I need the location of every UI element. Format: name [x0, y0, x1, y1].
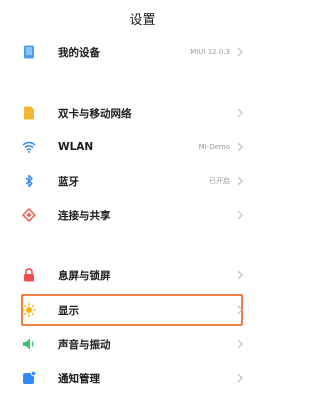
settings-item-lock-screen[interactable]: 息屏与锁屏 [22, 258, 244, 292]
settings-item-label: WLAN [58, 141, 94, 153]
chevron-right-icon [236, 140, 244, 154]
settings-item-value: 已开启 [209, 177, 230, 185]
chevron-right-icon [236, 371, 244, 385]
chevron-right-icon [236, 174, 244, 188]
settings-item-display[interactable]: 显示 [22, 293, 244, 327]
settings-item-label: 息屏与锁屏 [58, 269, 111, 282]
settings-item-bluetooth[interactable]: 蓝牙 已开启 [22, 164, 244, 198]
speaker-icon [22, 337, 36, 351]
settings-item-sound-vibration[interactable]: 声音与振动 [22, 327, 244, 361]
chevron-right-icon [236, 208, 244, 222]
lock-icon [22, 268, 36, 282]
settings-item-label: 通知管理 [58, 372, 100, 385]
device-icon [22, 45, 36, 59]
settings-item-value: MIUI 12.0.3 [190, 48, 230, 56]
settings-item-label: 我的设备 [58, 46, 100, 59]
bluetooth-icon [22, 174, 36, 188]
chevron-right-icon [236, 268, 244, 282]
settings-item-wlan[interactable]: WLAN MI-Demo [22, 130, 244, 164]
chevron-right-icon [236, 337, 244, 351]
settings-item-label: 双卡与移动网络 [58, 107, 132, 120]
settings-item-label: 显示 [58, 304, 79, 317]
wifi-icon [22, 140, 36, 154]
connection-sharing-icon [22, 208, 36, 222]
chevron-right-icon [236, 303, 244, 317]
settings-item-connection-sharing[interactable]: 连接与共享 [22, 198, 244, 232]
settings-item-label: 蓝牙 [58, 175, 79, 188]
settings-item-my-device[interactable]: 我的设备 MIUI 12.0.3 [22, 35, 244, 69]
settings-item-notifications[interactable]: 通知管理 [22, 361, 244, 395]
settings-item-value: MI-Demo [198, 143, 230, 151]
settings-item-label: 声音与振动 [58, 338, 111, 351]
settings-item-dual-sim[interactable]: 双卡与移动网络 [22, 96, 244, 130]
settings-item-label: 连接与共享 [58, 209, 111, 222]
brightness-icon [22, 303, 36, 317]
chevron-right-icon [236, 45, 244, 59]
sim-card-icon [22, 106, 36, 120]
chevron-right-icon [236, 106, 244, 120]
notification-icon [22, 371, 36, 385]
page-title: 设置 [129, 13, 156, 28]
